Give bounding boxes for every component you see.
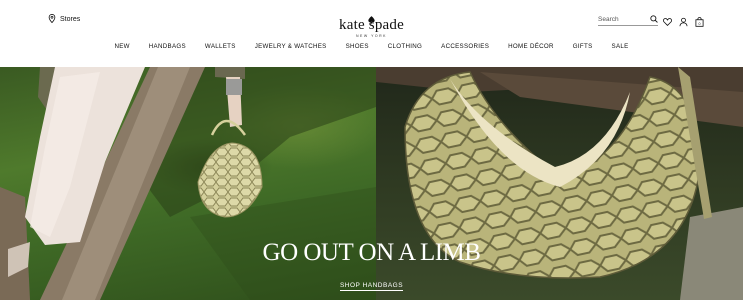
nav-item-shoes[interactable]: SHOES xyxy=(336,43,378,50)
heart-icon[interactable] xyxy=(663,14,672,26)
nav-item-sale[interactable]: SALE xyxy=(602,43,638,50)
nav-item-new[interactable]: NEW xyxy=(105,43,139,50)
header-icons: 0 xyxy=(663,14,704,27)
search-box[interactable] xyxy=(598,13,658,26)
brand-subtitle: NEW YORK xyxy=(356,34,387,38)
nav-item-home-decor[interactable]: HOME DÉCOR xyxy=(499,43,564,50)
nav-item-jewelry-watches[interactable]: JEWELRY & WATCHES xyxy=(245,43,336,50)
hero-cta: SHOP HANDBAGS xyxy=(0,274,743,292)
nav-item-wallets[interactable]: WALLETS xyxy=(195,43,245,50)
nav-item-accessories[interactable]: ACCESSORIES xyxy=(432,43,499,50)
svg-text:0: 0 xyxy=(699,22,701,26)
shop-handbags-link[interactable]: SHOP HANDBAGS xyxy=(339,282,404,291)
nav-item-handbags[interactable]: HANDBAGS xyxy=(139,43,195,50)
user-icon[interactable] xyxy=(679,14,688,27)
hero-headline: GO OUT ON A LIMB xyxy=(262,239,481,266)
main-nav: NEW HANDBAGS WALLETS JEWELRY & WATCHES S… xyxy=(0,43,743,50)
nav-item-clothing[interactable]: CLOTHING xyxy=(378,43,431,50)
search-icon[interactable] xyxy=(650,10,658,28)
shopping-bag-icon[interactable]: 0 xyxy=(695,14,704,27)
site-header: Stores kate spade NEW YORK 0 NEW HANDBAG… xyxy=(0,0,743,67)
search-input[interactable] xyxy=(598,15,643,23)
nav-item-gifts[interactable]: GIFTS xyxy=(563,43,602,50)
hero-banner[interactable]: GO OUT ON A LIMB SHOP HANDBAGS xyxy=(0,67,743,300)
